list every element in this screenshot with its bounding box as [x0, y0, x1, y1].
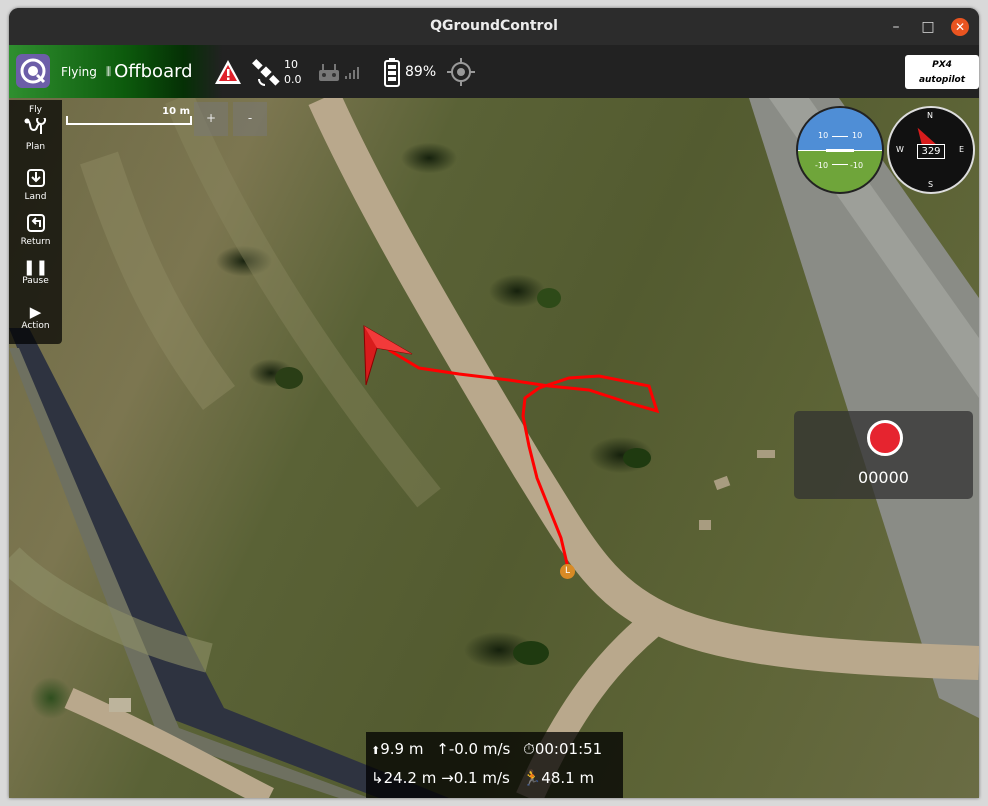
pitch-down-label-right: -10: [850, 161, 864, 170]
toolstrip-pause-button[interactable]: ❚❚ Pause: [9, 258, 62, 286]
signal-bars-icon: [345, 66, 359, 79]
plan-icon: [9, 115, 62, 142]
zoom-in-button[interactable]: +: [194, 102, 228, 136]
distance-home-icon: ↳: [371, 769, 384, 787]
video-record-panel: 00000: [794, 411, 973, 499]
toolstrip-action-label: Action: [21, 321, 50, 331]
rtk-gps-button[interactable]: [446, 45, 476, 98]
heading-readout: 329: [917, 144, 945, 159]
flight-mode-icon: ⫼: [106, 64, 112, 78]
record-time: 00000: [858, 468, 909, 487]
autopilot-logo-text: PX4 autopilot: [918, 59, 966, 85]
window-title: QGroundControl: [430, 18, 558, 34]
vertical-speed-value: -0.0 m/s: [448, 740, 511, 758]
toolstrip-return-button[interactable]: Return: [9, 213, 62, 247]
satellite-count: 10: [284, 57, 298, 71]
rc-rssi-status[interactable]: [317, 45, 362, 98]
map-view[interactable]: L Fly Plan Land Return ❚❚ Pause ▶ Action…: [9, 98, 979, 798]
px4-logo: PX4 autopilot: [905, 45, 979, 98]
flight-distance-value: 48.1 m: [541, 769, 595, 787]
qgc-logo-icon: [20, 58, 46, 84]
action-icon: ▶: [29, 303, 42, 321]
toolstrip-plan-label: Plan: [25, 142, 46, 152]
vertical-speed-icon: ↑: [436, 740, 449, 758]
flight-time-value: 00:01:51: [534, 740, 603, 758]
instrument-panel: 10 10 -10 -10 N E S W 329: [792, 102, 976, 194]
battery-status[interactable]: 89%: [383, 45, 436, 98]
toolstrip-plan-button[interactable]: Plan: [9, 115, 62, 152]
vehicle-icon: [363, 325, 413, 386]
app-window: QGroundControl – □ ✕ Flying ⫼ Offboard 1…: [9, 8, 979, 798]
rc-transmitter-icon: [319, 63, 339, 81]
map-scale: 10 m: [66, 106, 192, 130]
pitch-down-label: -10: [815, 161, 829, 170]
toolstrip-land-label: Land: [24, 192, 47, 202]
battery-icon: [384, 57, 400, 87]
flight-state[interactable]: Flying: [61, 45, 97, 98]
close-button[interactable]: ✕: [951, 18, 969, 36]
pause-icon: ❚❚: [22, 258, 49, 276]
minimize-button[interactable]: –: [887, 18, 905, 36]
flight-distance-icon: 🏃: [522, 769, 542, 787]
toolstrip-return-label: Return: [20, 237, 51, 247]
flight-mode-label: Offboard: [114, 61, 193, 82]
ground-speed-icon: →: [441, 769, 454, 787]
gps-hdop: 0.0: [284, 72, 302, 86]
return-icon: [9, 213, 62, 237]
launch-position-marker[interactable]: L: [560, 564, 575, 579]
toolstrip-fly-button[interactable]: Fly: [9, 105, 62, 115]
map-scale-label: 10 m: [162, 106, 190, 117]
land-icon: [9, 168, 62, 192]
distance-home-value: 24.2 m: [383, 769, 437, 787]
flight-mode-selector[interactable]: ⫼ Offboard: [106, 45, 193, 98]
satellite-icon: [252, 58, 280, 86]
maximize-button[interactable]: □: [919, 18, 937, 36]
flight-time-icon: ⏱: [523, 740, 535, 758]
telemetry-panel[interactable]: ⬆9.9 m ↑-0.0 m/s ⏱00:01:51 ↳24.2 m →0.1 …: [366, 732, 623, 798]
qgc-logo-button[interactable]: [16, 54, 50, 88]
toolstrip-land-button[interactable]: Land: [9, 168, 62, 202]
main-toolbar: Flying ⫼ Offboard 10 0.0 89% PX4 autopil…: [9, 45, 979, 98]
toolstrip-fly-label: Fly: [28, 105, 42, 115]
crosshair-icon: [447, 57, 475, 86]
warning-button[interactable]: [213, 45, 243, 98]
zoom-out-button[interactable]: -: [233, 102, 267, 136]
pitch-up-label-right: 10: [852, 131, 863, 140]
ground-speed-value: 0.1 m/s: [453, 769, 510, 787]
altitude-value: 9.9 m: [380, 740, 424, 758]
toolstrip-pause-label: Pause: [22, 276, 49, 286]
toolstrip-action-button[interactable]: ▶ Action: [9, 303, 62, 331]
fly-toolstrip: Fly Plan Land Return ❚❚ Pause ▶ Action: [9, 100, 62, 344]
warning-icon: [215, 59, 241, 84]
attitude-indicator: 10 10 -10 -10: [796, 106, 884, 194]
battery-percent: 89%: [405, 63, 437, 80]
compass-indicator: N E S W 329: [887, 106, 975, 194]
gps-status[interactable]: 10 0.0: [251, 45, 302, 98]
pitch-up-label: 10: [818, 131, 829, 140]
altitude-icon: ⬆: [371, 744, 381, 757]
record-button[interactable]: [867, 420, 903, 456]
title-bar: QGroundControl – □ ✕: [9, 8, 979, 45]
